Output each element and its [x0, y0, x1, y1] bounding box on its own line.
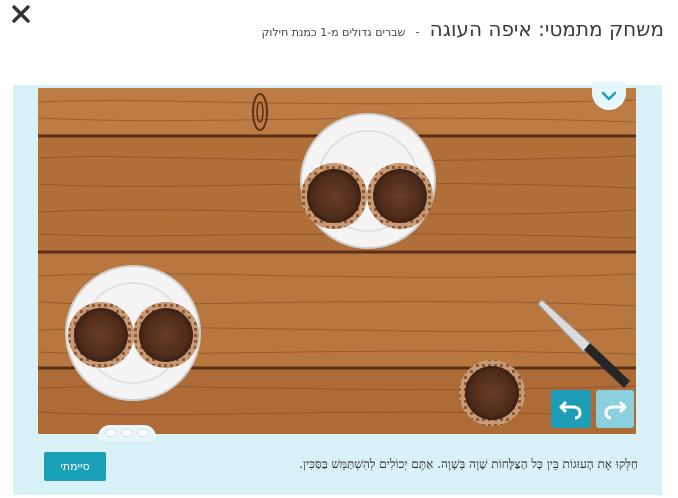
pie[interactable] [68, 302, 134, 368]
done-button[interactable]: סיימתי [44, 452, 106, 481]
pie[interactable] [301, 163, 367, 229]
redo-button[interactable] [596, 390, 634, 428]
undo-icon [559, 400, 582, 420]
loose-pie[interactable] [459, 360, 525, 426]
pie[interactable] [367, 163, 433, 229]
pie[interactable] [133, 302, 199, 368]
close-button[interactable] [10, 3, 32, 25]
handle-dot [137, 429, 149, 437]
close-icon [12, 5, 30, 23]
plate-left[interactable] [65, 265, 201, 401]
handle-dot [121, 429, 133, 437]
instruction-text: חַלְּקוּ אֶת הָעוּגוֹת בֵּין כָּל הַצַּל… [299, 457, 638, 471]
game-board [38, 88, 636, 434]
page-subtitle: שברים גדולים מ-1 כמנת חילוק [261, 26, 406, 39]
page-header: משחק מתמטי: איפה העוגה - שברים גדולים מ-… [262, 17, 664, 41]
chevron-down-icon [601, 91, 617, 101]
redo-icon [604, 400, 627, 420]
title-separator: - [415, 25, 420, 39]
drawer-handle[interactable] [98, 425, 156, 441]
page-title: משחק מתמטי: איפה העוגה [429, 17, 664, 41]
plate-top[interactable] [300, 113, 436, 249]
handle-dot [105, 429, 117, 437]
undo-button[interactable] [551, 390, 591, 428]
